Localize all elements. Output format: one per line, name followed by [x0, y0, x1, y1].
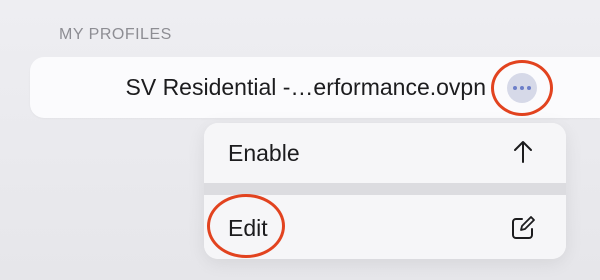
- context-menu: Enable Edit: [204, 123, 566, 259]
- menu-item-label: Edit: [228, 215, 268, 241]
- more-options-button[interactable]: [507, 73, 537, 103]
- menu-item-label: Enable: [228, 140, 300, 166]
- profile-name: SV Residential -…erformance.ovpn: [125, 74, 487, 100]
- section-header: MY PROFILES: [59, 26, 172, 43]
- ellipsis-dot: [520, 86, 524, 90]
- menu-item-edit[interactable]: Edit: [204, 195, 566, 259]
- menu-separator: [204, 183, 566, 195]
- ellipsis-icon: [513, 86, 517, 90]
- arrow-up-icon: [514, 141, 532, 163]
- square-pencil-icon: [512, 216, 535, 239]
- ellipsis-dot: [527, 86, 531, 90]
- menu-item-enable[interactable]: Enable: [204, 123, 566, 183]
